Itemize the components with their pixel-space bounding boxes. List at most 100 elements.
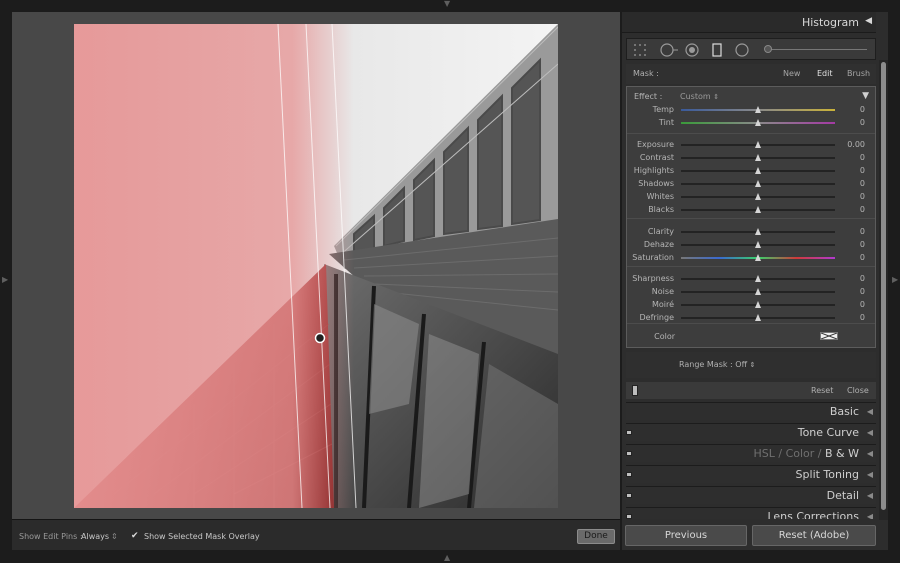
collapse-triangle-icon[interactable]: ◀	[867, 512, 873, 519]
close-button[interactable]: Close	[847, 386, 869, 395]
slider-moir-[interactable]: Moiré 0	[627, 299, 875, 311]
slider-tint[interactable]: Tint 0	[627, 117, 875, 129]
done-button[interactable]: Done	[577, 529, 615, 544]
histogram-header[interactable]: Histogram ◀	[622, 12, 876, 33]
slider-label: Exposure	[636, 140, 674, 149]
panel-switch-icon[interactable]	[626, 451, 632, 456]
collapse-triangle-icon[interactable]: ◀	[867, 491, 873, 500]
slider-value[interactable]: 0	[860, 166, 865, 175]
slider-knob[interactable]	[755, 141, 761, 148]
effect-select[interactable]: Custom ⇕	[680, 92, 719, 101]
red-eye-icon[interactable]	[685, 43, 699, 57]
show-edit-pins-select[interactable]: Always	[81, 532, 109, 541]
top-panel-toggle-icon[interactable]: ▼	[444, 0, 450, 8]
panel-switch-icon[interactable]	[626, 493, 632, 498]
slider-value[interactable]: 0.00	[847, 140, 865, 149]
select-arrows-icon[interactable]: ⇕	[111, 532, 118, 541]
slider-temp[interactable]: Temp 0	[627, 104, 875, 116]
slider-knob[interactable]	[755, 228, 761, 235]
section-lens-corrections[interactable]: Lens Corrections ◀	[626, 507, 876, 519]
slider-noise[interactable]: Noise 0	[627, 286, 875, 298]
mask-new-button[interactable]: New	[783, 69, 800, 78]
reset-adobe-button[interactable]: Reset (Adobe)	[752, 525, 876, 546]
panel-switch-icon[interactable]	[626, 514, 632, 519]
section-split-toning-label: Split Toning	[795, 468, 859, 481]
panel-switch-icon[interactable]	[632, 385, 638, 396]
range-mask-select[interactable]: Range Mask : Off ⇕	[679, 360, 756, 369]
bottom-toolbar: Show Edit Pins : Always ⇕ ✔ Show Selecte…	[12, 519, 620, 550]
slider-blacks[interactable]: Blacks 0	[627, 204, 875, 216]
previous-button[interactable]: Previous	[625, 525, 747, 546]
brush-size-knob[interactable]	[764, 45, 772, 53]
collapse-triangle-icon[interactable]: ◀	[865, 16, 872, 26]
color-swatch[interactable]	[820, 332, 838, 340]
slider-knob[interactable]	[755, 193, 761, 200]
slider-sharpness[interactable]: Sharpness 0	[627, 273, 875, 285]
slider-knob[interactable]	[755, 106, 761, 113]
slider-value[interactable]: 0	[860, 287, 865, 296]
image-canvas[interactable]	[12, 12, 620, 519]
brush-size-track[interactable]	[767, 49, 867, 50]
slider-value[interactable]: 0	[860, 227, 865, 236]
graduated-filter-icon[interactable]	[711, 43, 723, 57]
collapse-triangle-icon[interactable]: ◀	[867, 449, 873, 458]
slider-knob[interactable]	[755, 314, 761, 321]
slider-exposure[interactable]: Exposure 0.00	[627, 139, 875, 151]
slider-value[interactable]: 0	[860, 192, 865, 201]
reset-button[interactable]: Reset	[811, 386, 833, 395]
panel-switch-icon[interactable]	[626, 472, 632, 477]
slider-value[interactable]: 0	[860, 205, 865, 214]
slider-defringe[interactable]: Defringe 0	[627, 312, 875, 324]
slider-value[interactable]: 0	[860, 179, 865, 188]
slider-shadows[interactable]: Shadows 0	[627, 178, 875, 190]
collapse-triangle-icon[interactable]: ◀	[867, 428, 873, 437]
slider-value[interactable]: 0	[860, 313, 865, 322]
slider-contrast[interactable]: Contrast 0	[627, 152, 875, 164]
slider-dehaze[interactable]: Dehaze 0	[627, 239, 875, 251]
section-detail[interactable]: Detail ◀	[626, 486, 876, 504]
slider-knob[interactable]	[755, 167, 761, 174]
photo-preview[interactable]	[74, 24, 558, 508]
slider-knob[interactable]	[755, 180, 761, 187]
mask-overlay-checkbox[interactable]: ✔	[131, 531, 141, 541]
disclosure-triangle-icon[interactable]: ▼	[862, 91, 869, 101]
slider-knob[interactable]	[755, 119, 761, 126]
section-tone-curve[interactable]: Tone Curve ◀	[626, 423, 876, 441]
slider-knob[interactable]	[755, 275, 761, 282]
slider-knob[interactable]	[755, 154, 761, 161]
slider-label: Dehaze	[643, 240, 674, 249]
bottom-panel-toggle-icon[interactable]: ▲	[444, 554, 450, 562]
slider-knob[interactable]	[755, 288, 761, 295]
section-hsl[interactable]: HSL / Color / B & W ◀	[626, 444, 876, 462]
mask-overlay-label[interactable]: Show Selected Mask Overlay	[144, 532, 260, 541]
slider-value[interactable]: 0	[860, 274, 865, 283]
slider-saturation[interactable]: Saturation 0	[627, 252, 875, 264]
radial-filter-icon[interactable]	[734, 43, 750, 57]
slider-value[interactable]: 0	[860, 240, 865, 249]
slider-value[interactable]: 0	[860, 253, 865, 262]
crop-overlay-icon[interactable]	[633, 43, 649, 57]
collapse-triangle-icon[interactable]: ◀	[867, 470, 873, 479]
mask-brush-button[interactable]: Brush	[847, 69, 870, 78]
mask-edit-button[interactable]: Edit	[817, 69, 833, 78]
panel-scrollbar-thumb[interactable]	[881, 62, 886, 510]
left-panel-toggle-icon[interactable]: ▶	[2, 276, 8, 284]
slider-value[interactable]: 0	[860, 105, 865, 114]
slider-value[interactable]: 0	[860, 118, 865, 127]
panel-switch-icon[interactable]	[626, 430, 632, 435]
slider-knob[interactable]	[755, 241, 761, 248]
section-split-toning[interactable]: Split Toning ◀	[626, 465, 876, 483]
slider-value[interactable]: 0	[860, 153, 865, 162]
right-panel-toggle-icon[interactable]: ▶	[892, 276, 898, 284]
slider-knob[interactable]	[755, 254, 761, 261]
slider-knob[interactable]	[755, 301, 761, 308]
edit-pin[interactable]	[314, 332, 326, 344]
spot-removal-icon[interactable]	[659, 43, 679, 57]
slider-knob[interactable]	[755, 206, 761, 213]
section-basic[interactable]: Basic ◀	[626, 402, 876, 420]
slider-value[interactable]: 0	[860, 300, 865, 309]
collapse-triangle-icon[interactable]: ◀	[867, 407, 873, 416]
slider-highlights[interactable]: Highlights 0	[627, 165, 875, 177]
slider-clarity[interactable]: Clarity 0	[627, 226, 875, 238]
slider-whites[interactable]: Whites 0	[627, 191, 875, 203]
